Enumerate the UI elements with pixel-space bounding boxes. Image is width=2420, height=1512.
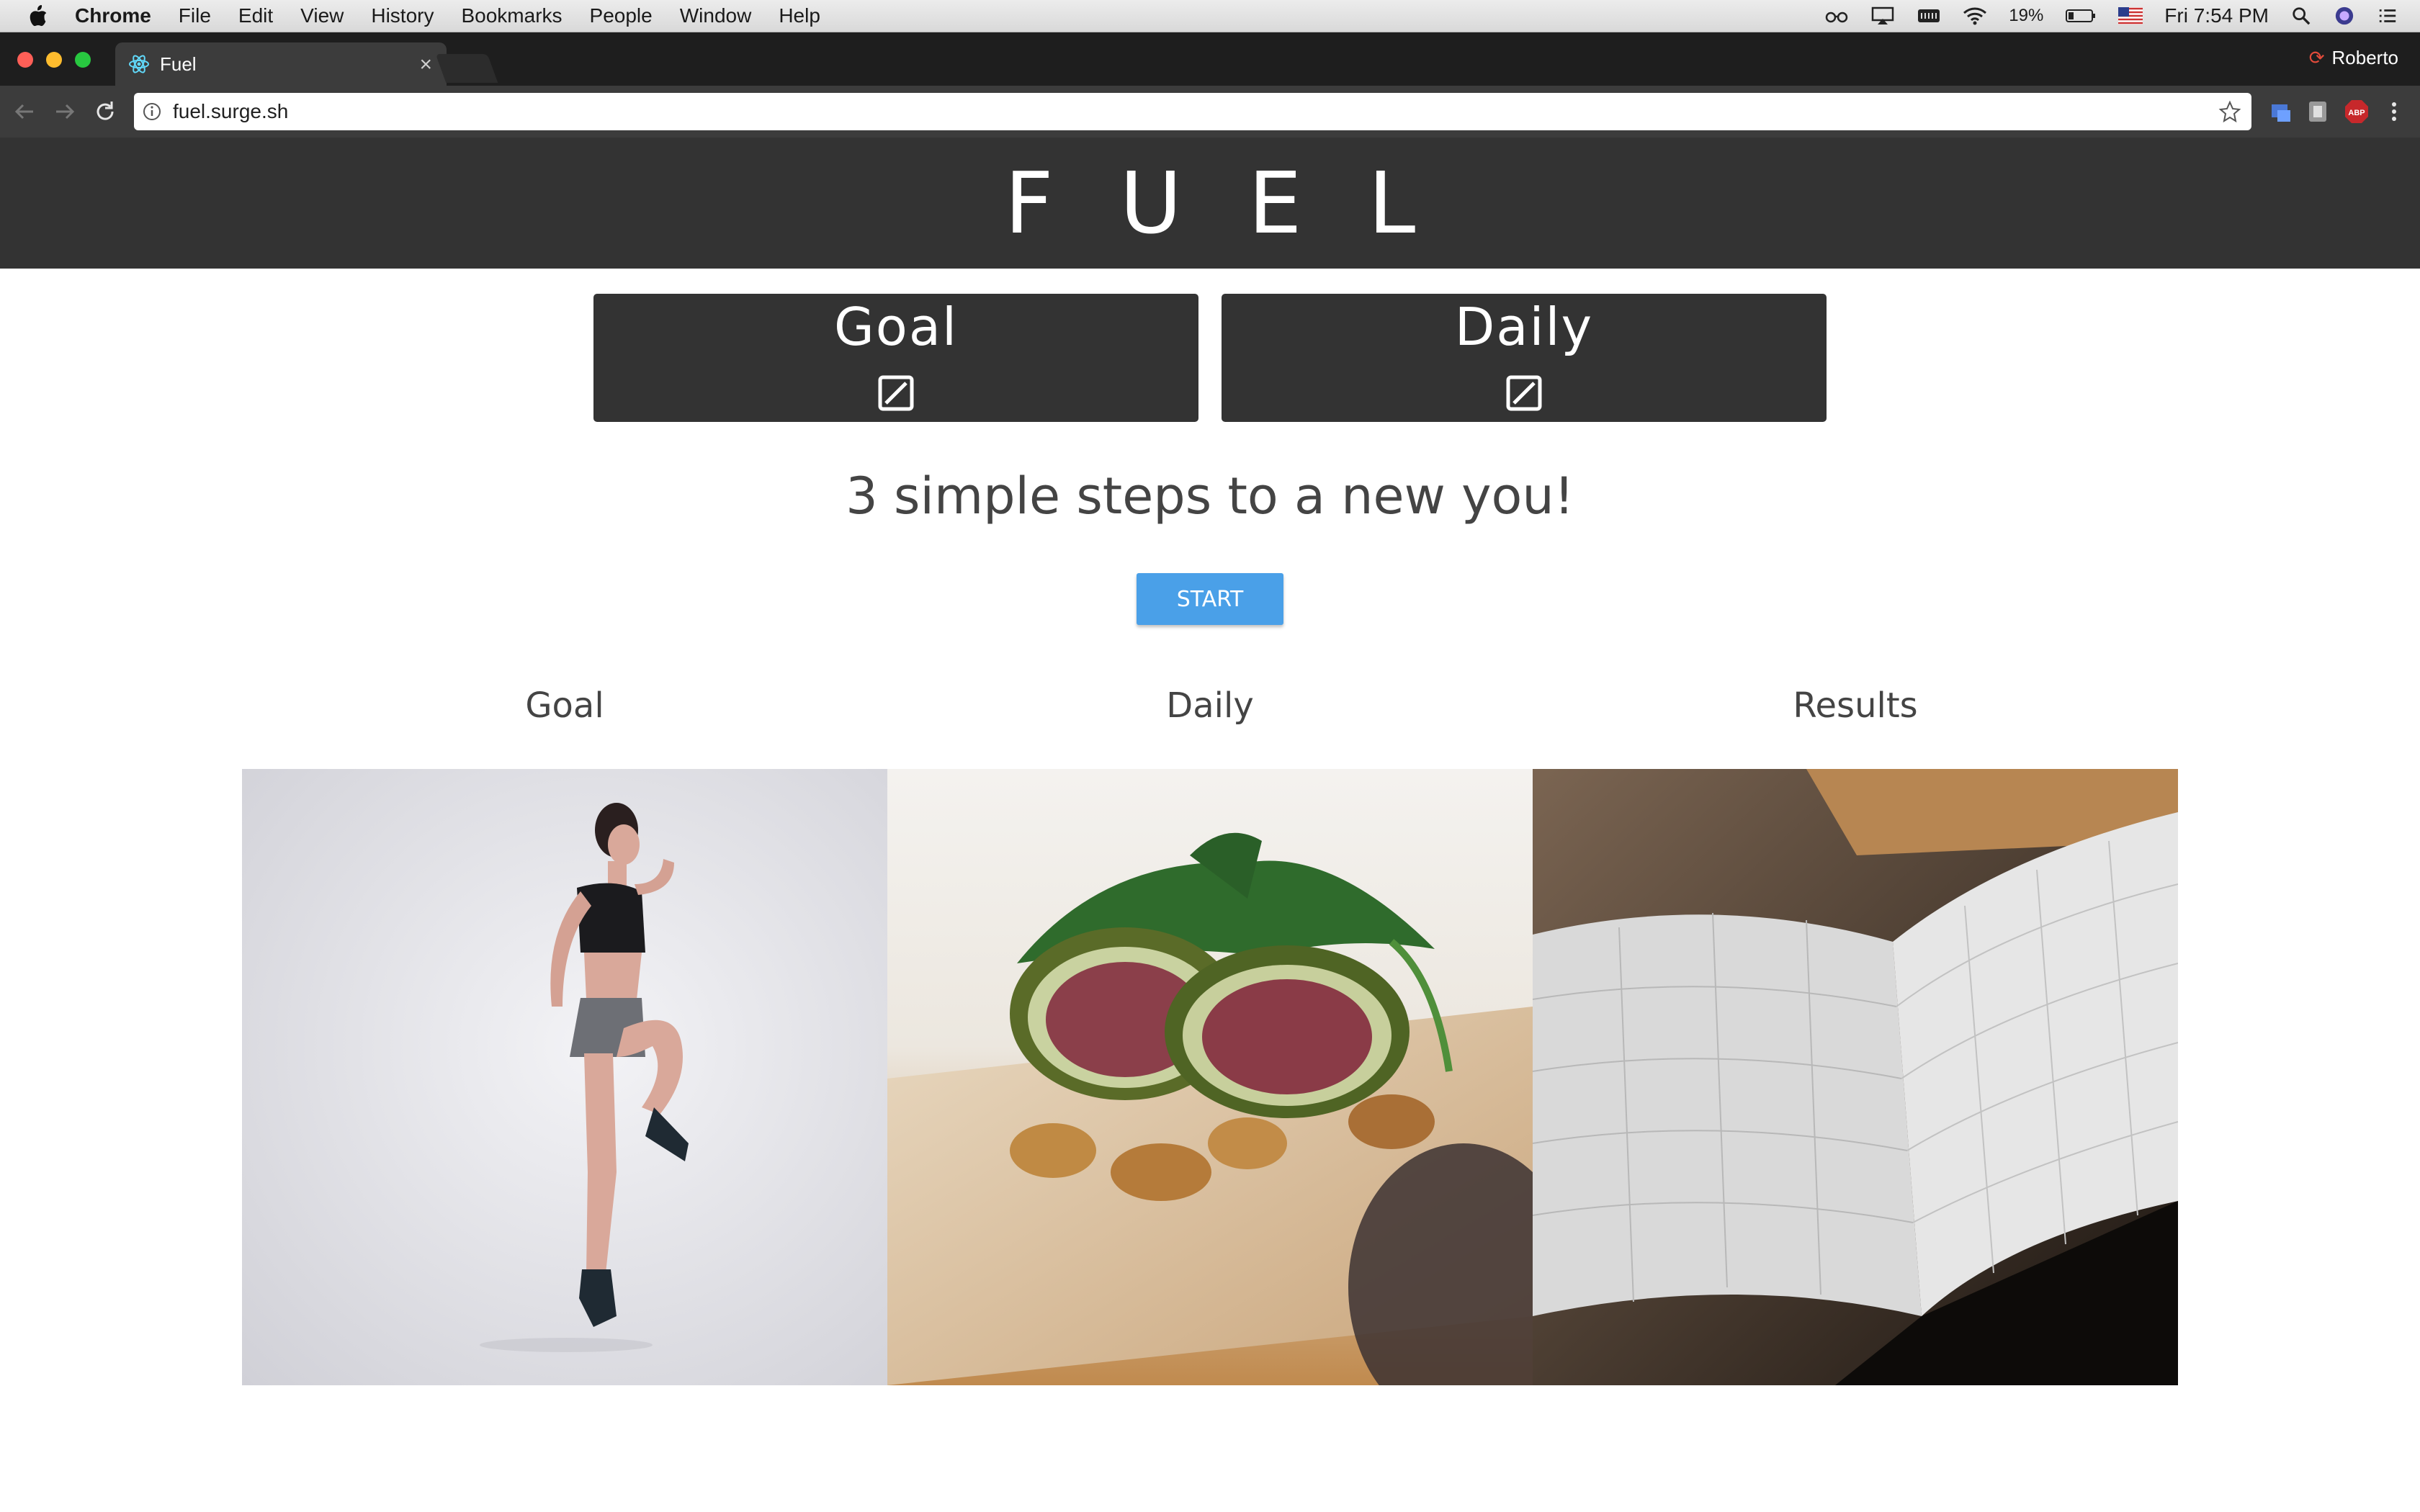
extension-translate-icon[interactable] [2267, 99, 2293, 125]
goal-card-title: Goal [834, 297, 958, 357]
reading-glasses-icon[interactable] [1824, 6, 1849, 26]
menu-file[interactable]: File [179, 4, 211, 27]
browser-tabstrip: Fuel × ⟳ Roberto [0, 32, 2420, 86]
adblock-plus-icon[interactable]: ABP [2344, 99, 2370, 125]
notification-center-icon[interactable] [2377, 6, 2398, 26]
profile-name: Roberto [2331, 47, 2399, 68]
tab-title: Fuel [160, 53, 197, 75]
window-close-button[interactable] [17, 52, 33, 68]
reload-icon[interactable] [91, 97, 120, 126]
new-tab-button[interactable] [435, 54, 498, 83]
url-text[interactable]: fuel.surge.sh [173, 100, 288, 123]
figs-and-walnuts-photo [887, 769, 1533, 1385]
step-label-results: Results [1793, 685, 1918, 726]
window-zoom-button[interactable] [75, 52, 91, 68]
browser-toolbar: fuel.surge.sh ABP [0, 86, 2420, 138]
svg-text:ABP: ABP [2348, 109, 2365, 117]
menu-app-chrome[interactable]: Chrome [75, 4, 151, 27]
step-label-goal: Goal [525, 685, 604, 726]
menu-help[interactable]: Help [779, 4, 820, 27]
bookmark-star-icon[interactable] [2218, 100, 2241, 123]
macos-menubar: Chrome File Edit View History Bookmarks … [0, 0, 2420, 32]
start-button[interactable]: START [1137, 573, 1283, 625]
daily-card[interactable]: Daily [1222, 294, 1827, 422]
window-minimize-button[interactable] [46, 52, 62, 68]
edit-square-icon[interactable] [877, 374, 915, 412]
keyboard-icon[interactable] [1917, 6, 1941, 26]
tagline: 3 simple steps to a new you! [846, 467, 1574, 526]
step-label-daily: Daily [1166, 685, 1254, 726]
menubar-clock[interactable]: Fri 7:54 PM [2164, 4, 2269, 27]
wifi-icon[interactable] [1963, 6, 1987, 26]
menu-window[interactable]: Window [680, 4, 752, 27]
tab-close-icon[interactable]: × [419, 53, 432, 77]
menu-view[interactable]: View [300, 4, 344, 27]
spotlight-search-icon[interactable] [2290, 6, 2312, 26]
open-planner-calendar-photo [1533, 769, 2178, 1385]
profile-button[interactable]: ⟳ Roberto [2309, 47, 2398, 69]
site-logo[interactable]: FUEL [1005, 153, 1482, 253]
extension-badge-icon[interactable] [2305, 99, 2331, 125]
us-flag-icon[interactable] [2118, 6, 2143, 26]
apple-icon[interactable] [27, 4, 49, 27]
menu-bookmarks[interactable]: Bookmarks [461, 4, 562, 27]
menu-edit[interactable]: Edit [238, 4, 273, 27]
battery-percent: 19% [2009, 6, 2044, 25]
athlete-jumping-photo [242, 769, 887, 1385]
site-info-icon[interactable] [143, 102, 161, 121]
edit-square-icon[interactable] [1505, 374, 1543, 412]
address-bar[interactable]: fuel.surge.sh [134, 93, 2251, 130]
chrome-menu-icon[interactable] [2381, 99, 2407, 125]
airplay-icon[interactable] [1870, 6, 1895, 26]
menubar-status-area: 19% Fri 7:54 PM [1824, 0, 2420, 32]
menu-history[interactable]: History [371, 4, 434, 27]
siri-icon[interactable] [2334, 6, 2355, 26]
profile-sync-icon: ⟳ [2308, 47, 2325, 68]
back-arrow-icon[interactable] [10, 97, 39, 126]
site-header: FUEL [0, 138, 2420, 269]
goal-card[interactable]: Goal [593, 294, 1198, 422]
menu-people[interactable]: People [590, 4, 653, 27]
daily-card-title: Daily [1454, 297, 1594, 357]
forward-arrow-icon[interactable] [50, 97, 79, 126]
battery-icon[interactable] [2065, 6, 2097, 26]
tab-fuel[interactable]: Fuel × [115, 42, 447, 86]
react-favicon-icon [129, 55, 149, 73]
